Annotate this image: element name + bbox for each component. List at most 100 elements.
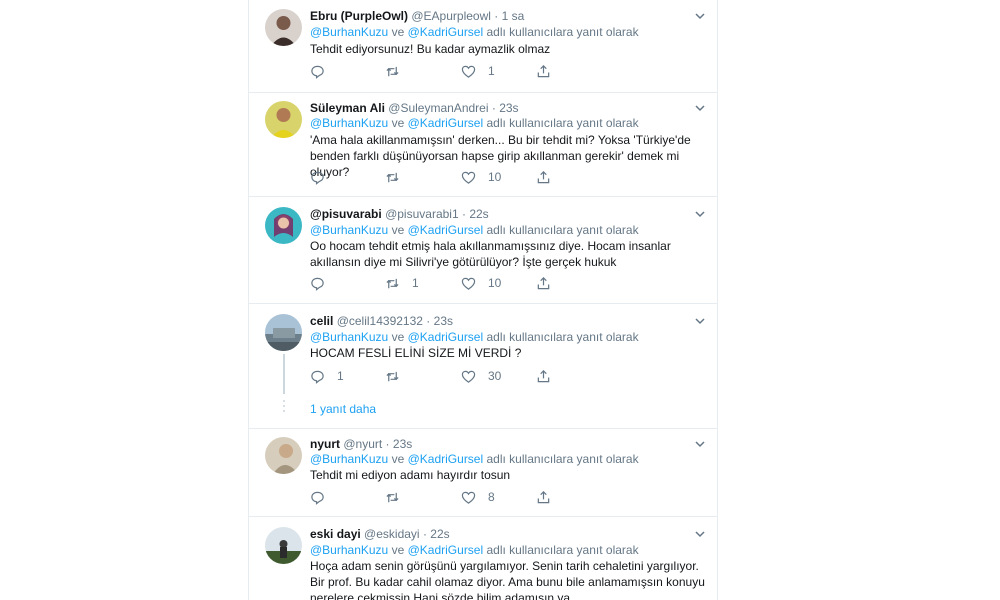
share-button[interactable] bbox=[536, 367, 551, 385]
tweet-actions: 8 bbox=[310, 488, 610, 506]
mention-link[interactable]: @KadriGursel bbox=[408, 223, 484, 237]
reply-context: @BurhanKuzu ve @KadriGursel adlı kullanı… bbox=[310, 223, 639, 237]
display-name[interactable]: Süleyman Ali bbox=[310, 101, 385, 115]
tweet[interactable]: Ebru (PurpleOwl) @EApurpleowl · 1 sa @Bu… bbox=[249, 0, 717, 92]
avatar[interactable] bbox=[265, 527, 302, 564]
mention-link[interactable]: @BurhanKuzu bbox=[310, 452, 388, 466]
reply-context: @BurhanKuzu ve @KadriGursel adlı kullanı… bbox=[310, 25, 639, 39]
share-button[interactable] bbox=[536, 274, 551, 292]
reply-icon bbox=[311, 277, 324, 291]
mention-link[interactable]: @KadriGursel bbox=[408, 116, 484, 130]
avatar[interactable] bbox=[265, 437, 302, 474]
like-icon bbox=[461, 491, 476, 504]
like-icon bbox=[461, 171, 476, 184]
user-handle[interactable]: @nyurt bbox=[343, 437, 382, 451]
user-handle[interactable]: @EApurpleowl bbox=[411, 9, 491, 23]
tweet[interactable]: Süleyman Ali @SuleymanAndrei · 23s @Burh… bbox=[249, 93, 717, 196]
reply-context: @BurhanKuzu ve @KadriGursel adlı kullanı… bbox=[310, 330, 639, 344]
user-handle[interactable]: @eskidayi bbox=[364, 527, 420, 541]
reply-icon bbox=[311, 491, 324, 505]
share-icon bbox=[537, 369, 550, 382]
chevron-down-icon[interactable] bbox=[693, 207, 707, 221]
chevron-down-icon[interactable] bbox=[693, 437, 707, 451]
retweet-button[interactable]: 1 bbox=[385, 274, 419, 292]
reply-button[interactable] bbox=[310, 168, 337, 186]
timestamp[interactable]: 23s bbox=[499, 101, 518, 115]
tweet-text: Hoça adam senin görüşünü yargılamıyor. S… bbox=[310, 559, 705, 600]
avatar[interactable] bbox=[265, 314, 302, 351]
tweet[interactable]: nyurt @nyurt · 23s @BurhanKuzu ve @Kadri… bbox=[249, 429, 717, 516]
reply-button[interactable] bbox=[310, 488, 337, 506]
user-handle[interactable]: @celil14392132 bbox=[337, 314, 423, 328]
mention-link[interactable]: @BurhanKuzu bbox=[310, 25, 388, 39]
mention-link[interactable]: @KadriGursel bbox=[408, 543, 484, 557]
avatar[interactable] bbox=[265, 101, 302, 138]
like-icon bbox=[461, 65, 476, 78]
share-icon bbox=[537, 170, 550, 183]
mention-link[interactable]: @BurhanKuzu bbox=[310, 223, 388, 237]
thread-dots bbox=[280, 400, 288, 415]
display-name[interactable]: eski dayi bbox=[310, 527, 361, 541]
reply-icon bbox=[311, 65, 324, 79]
user-handle[interactable]: @pisuvarabi1 bbox=[385, 207, 459, 221]
chevron-down-icon[interactable] bbox=[693, 9, 707, 23]
retweet-button[interactable] bbox=[385, 488, 412, 506]
share-button[interactable] bbox=[536, 168, 551, 186]
mention-link[interactable]: @KadriGursel bbox=[408, 452, 484, 466]
mention-link[interactable]: @BurhanKuzu bbox=[310, 330, 388, 344]
mention-link[interactable]: @BurhanKuzu bbox=[310, 543, 388, 557]
share-button[interactable] bbox=[536, 62, 551, 80]
tweet-actions: 1 30 bbox=[310, 367, 610, 385]
like-button[interactable]: 30 bbox=[461, 367, 501, 385]
chevron-down-icon[interactable] bbox=[693, 527, 707, 541]
retweet-button[interactable] bbox=[385, 168, 412, 186]
chevron-down-icon[interactable] bbox=[693, 101, 707, 115]
tweet[interactable]: eski dayi @eskidayi · 22s @BurhanKuzu ve… bbox=[249, 517, 717, 600]
reply-context: @BurhanKuzu ve @KadriGursel adlı kullanı… bbox=[310, 452, 639, 466]
retweet-icon bbox=[386, 278, 399, 288]
chevron-down-icon[interactable] bbox=[693, 314, 707, 328]
share-icon bbox=[537, 64, 550, 77]
display-name[interactable]: @pisuvarabi bbox=[310, 207, 382, 221]
tweet-actions: 1 bbox=[310, 62, 610, 80]
like-button[interactable]: 10 bbox=[461, 168, 501, 186]
reply-icon bbox=[311, 171, 324, 185]
tweet[interactable]: celil @celil14392132 · 23s @BurhanKuzu v… bbox=[249, 304, 717, 428]
share-icon bbox=[537, 490, 550, 503]
display-name[interactable]: celil bbox=[310, 314, 333, 328]
timestamp[interactable]: 23s bbox=[393, 437, 412, 451]
user-handle[interactable]: @SuleymanAndrei bbox=[388, 101, 488, 115]
tweet-actions: 1 10 bbox=[310, 274, 610, 292]
retweet-icon bbox=[386, 492, 399, 502]
mention-link[interactable]: @KadriGursel bbox=[408, 25, 484, 39]
retweet-icon bbox=[386, 371, 399, 381]
reply-button[interactable]: 1 bbox=[310, 367, 344, 385]
display-name[interactable]: nyurt bbox=[310, 437, 340, 451]
retweet-button[interactable] bbox=[385, 367, 412, 385]
timestamp[interactable]: 1 sa bbox=[502, 9, 525, 23]
mention-link[interactable]: @KadriGursel bbox=[408, 330, 484, 344]
reply-button[interactable] bbox=[310, 62, 337, 80]
avatar[interactable] bbox=[265, 207, 302, 244]
retweet-icon bbox=[386, 66, 399, 76]
retweet-button[interactable] bbox=[385, 62, 412, 80]
mention-link[interactable]: @BurhanKuzu bbox=[310, 116, 388, 130]
share-button[interactable] bbox=[536, 488, 551, 506]
tweet-text: Tehdit ediyorsunuz! Bu kadar aymazlik ol… bbox=[310, 42, 551, 56]
reply-button[interactable] bbox=[310, 274, 337, 292]
avatar[interactable] bbox=[265, 9, 302, 46]
like-button[interactable]: 8 bbox=[461, 488, 495, 506]
like-icon bbox=[461, 370, 476, 383]
like-icon bbox=[461, 277, 476, 290]
retweet-icon bbox=[386, 172, 399, 182]
reply-icon bbox=[311, 370, 324, 384]
timestamp[interactable]: 23s bbox=[434, 314, 453, 328]
like-button[interactable]: 10 bbox=[461, 274, 501, 292]
timestamp[interactable]: 22s bbox=[469, 207, 488, 221]
display-name[interactable]: Ebru (PurpleOwl) bbox=[310, 9, 408, 23]
timestamp[interactable]: 22s bbox=[430, 527, 449, 541]
show-more-replies-link[interactable]: 1 yanıt daha bbox=[310, 401, 376, 417]
tweet[interactable]: @pisuvarabi @pisuvarabi1 · 22s @BurhanKu… bbox=[249, 197, 717, 303]
like-button[interactable]: 1 bbox=[461, 62, 495, 80]
reply-feed: Ebru (PurpleOwl) @EApurpleowl · 1 sa @Bu… bbox=[248, 0, 718, 600]
